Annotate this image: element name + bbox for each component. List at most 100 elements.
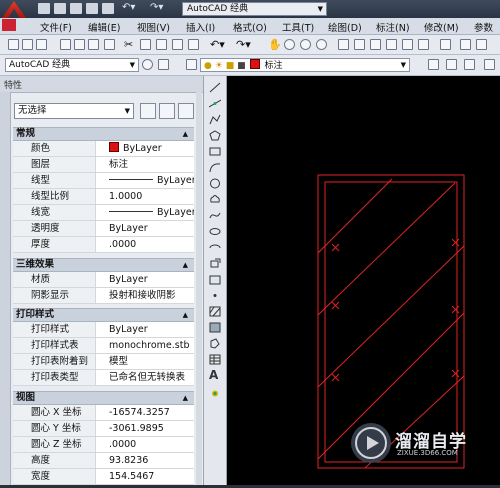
design-center-icon[interactable] — [354, 39, 365, 50]
workspace-combo[interactable]: AutoCAD 经典 ▼ — [5, 58, 139, 72]
property-row-tabletype[interactable]: 打印表类型 已命名但无转换表 — [13, 370, 194, 386]
palette-scrollbar[interactable] — [196, 92, 202, 485]
layer-states-icon[interactable] — [464, 59, 475, 70]
menu-tools[interactable]: 工具(T) — [282, 20, 314, 34]
property-value[interactable]: ByLayer — [97, 322, 194, 337]
spline-icon[interactable] — [209, 210, 221, 221]
property-row-center-x[interactable]: 圆心 X 坐标 -16574.3257 — [13, 405, 194, 421]
property-value[interactable]: ByLayer — [97, 221, 194, 236]
save-icon[interactable] — [36, 39, 47, 50]
pan-icon[interactable]: ✋ — [268, 39, 282, 50]
add-selected-icon[interactable] — [209, 388, 221, 399]
polygon-icon[interactable] — [209, 130, 221, 141]
property-row-width[interactable]: 宽度 154.5467 — [13, 469, 194, 485]
property-value[interactable]: ByLayer — [97, 205, 194, 220]
property-value[interactable]: 154.5467 — [97, 469, 194, 484]
construction-line-icon[interactable] — [209, 98, 221, 109]
select-objects-icon[interactable] — [159, 103, 175, 119]
menu-modify[interactable]: 修改(M) — [424, 20, 459, 34]
layer-combo[interactable]: ● ☀ ■ ■ 标注 ▼ — [200, 58, 410, 72]
multiline-text-icon[interactable]: A — [209, 369, 221, 381]
polyline-icon[interactable] — [209, 114, 221, 125]
make-block-icon[interactable] — [209, 274, 221, 285]
redo-icon[interactable]: ↷▾ — [150, 2, 163, 13]
paste-icon[interactable] — [156, 39, 167, 50]
rectangle-icon[interactable] — [209, 146, 221, 157]
property-row-plottable[interactable]: 打印样式表 monochrome.stb — [13, 338, 194, 354]
plot-preview-icon[interactable] — [74, 39, 85, 50]
insert-block-icon[interactable] — [209, 258, 221, 269]
property-row-ltscale[interactable]: 线型比例 1.0000 — [13, 189, 194, 205]
property-row-center-y[interactable]: 圆心 Y 坐标 -3061.9895 — [13, 421, 194, 437]
hatch-icon[interactable] — [209, 306, 221, 317]
layer-properties-icon[interactable] — [186, 59, 197, 70]
property-row-material[interactable]: 材质 ByLayer — [13, 272, 194, 288]
block-editor-icon[interactable] — [188, 39, 199, 50]
arc-icon[interactable] — [209, 162, 221, 173]
table-icon[interactable] — [209, 354, 221, 365]
save-icon[interactable] — [70, 3, 82, 14]
make-object-layer-current-icon[interactable] — [428, 59, 439, 70]
property-row-attached[interactable]: 打印表附着到 模型 — [13, 354, 194, 370]
section-3d-effects[interactable]: 三维效果 ▲ — [13, 258, 194, 272]
redo-icon[interactable]: ↷▾ — [236, 39, 258, 50]
property-value[interactable]: 已命名但无转换表 — [97, 370, 194, 385]
property-value[interactable]: ByLayer — [97, 173, 194, 188]
menu-edit[interactable]: 编辑(E) — [88, 20, 120, 34]
section-general[interactable]: 常规 ▲ — [13, 127, 194, 141]
section-plot-style[interactable]: 打印样式 ▲ — [13, 308, 194, 322]
plot-icon[interactable] — [60, 39, 71, 50]
menu-format[interactable]: 格式(O) — [233, 20, 267, 34]
property-value[interactable]: 标注 — [97, 157, 194, 172]
property-row-transparency[interactable]: 透明度 ByLayer — [13, 221, 194, 237]
open-icon[interactable] — [22, 39, 33, 50]
open-file-icon[interactable] — [54, 3, 66, 14]
property-value[interactable]: ByLayer — [97, 272, 194, 287]
zoom-previous-icon[interactable] — [316, 39, 327, 50]
toggle-pickadd-icon[interactable] — [140, 103, 156, 119]
tool-palettes-icon[interactable] — [370, 39, 381, 50]
toolbar-extra-icon[interactable] — [460, 39, 471, 50]
point-icon[interactable] — [209, 290, 221, 301]
quickcalc-icon[interactable] — [418, 39, 429, 50]
save-as-icon[interactable] — [86, 3, 98, 14]
layer-extra-icon[interactable] — [484, 59, 495, 70]
menu-insert[interactable]: 插入(I) — [186, 20, 215, 34]
3d-dwf-icon[interactable] — [104, 39, 115, 50]
layer-previous-icon[interactable] — [446, 59, 457, 70]
publish-icon[interactable] — [88, 39, 99, 50]
new-icon[interactable] — [8, 39, 19, 50]
match-properties-icon[interactable] — [172, 39, 183, 50]
region-icon[interactable] — [209, 338, 221, 349]
property-value[interactable]: 投射和接收阴影 — [97, 288, 194, 303]
section-view[interactable]: 视图 ▲ — [13, 391, 194, 405]
new-file-icon[interactable] — [38, 3, 50, 14]
line-icon[interactable] — [209, 82, 221, 93]
undo-icon[interactable]: ↶▾ — [122, 2, 135, 13]
property-row-linetype[interactable]: 线型 ByLayer — [13, 173, 194, 189]
property-row-height[interactable]: 高度 93.8236 — [13, 453, 194, 469]
quick-select-icon[interactable] — [178, 103, 194, 119]
property-value[interactable]: .0000 — [97, 237, 194, 252]
gradient-icon[interactable] — [209, 322, 221, 333]
property-row-thickness[interactable]: 厚度 .0000 — [13, 237, 194, 253]
properties-icon[interactable] — [338, 39, 349, 50]
menu-file[interactable]: 文件(F) — [40, 20, 72, 34]
property-value[interactable]: -16574.3257 — [97, 405, 194, 420]
menu-draw[interactable]: 绘图(D) — [328, 20, 362, 34]
ellipse-arc-icon[interactable] — [209, 242, 221, 253]
undo-icon[interactable]: ↶▾ — [210, 39, 232, 50]
copy-icon[interactable] — [140, 39, 151, 50]
workspace-extra-icon[interactable] — [158, 59, 169, 70]
property-row-shadow[interactable]: 阴影显示 投射和接收阴影 — [13, 288, 194, 304]
property-value[interactable]: monochrome.stb — [97, 338, 194, 353]
print-icon[interactable] — [102, 3, 114, 14]
menu-parametric[interactable]: 参数 — [474, 20, 493, 34]
cut-icon[interactable]: ✂ — [124, 39, 135, 50]
sheet-set-icon[interactable] — [386, 39, 397, 50]
ellipse-icon[interactable] — [209, 226, 221, 237]
palette-header[interactable]: 特性 — [0, 76, 203, 93]
property-value[interactable]: 模型 — [97, 354, 194, 369]
property-value[interactable]: .0000 — [97, 437, 194, 452]
menu-dimension[interactable]: 标注(N) — [376, 20, 410, 34]
